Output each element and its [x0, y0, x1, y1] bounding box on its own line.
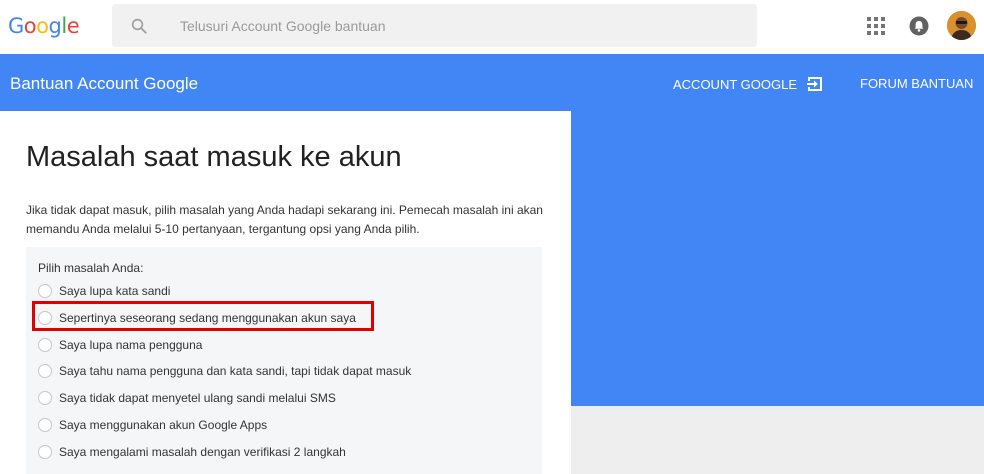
- option-label: Saya lupa kata sandi: [59, 284, 171, 298]
- account-google-link[interactable]: ACCOUNT GOOGLE: [673, 75, 824, 93]
- option-label: Saya lupa nama pengguna: [59, 338, 203, 352]
- help-header-bar: Bantuan Account Google ACCOUNT GOOGLE FO…: [0, 54, 984, 111]
- top-bar: Google: [0, 0, 984, 54]
- option-sms-reset[interactable]: Saya tidak dapat menyetel ulang sandi me…: [38, 389, 336, 407]
- search-input[interactable]: [180, 4, 740, 47]
- option-label: Saya tidak dapat menyetel ulang sandi me…: [59, 391, 336, 405]
- logo-letter: o: [36, 14, 49, 38]
- highlight-box: [32, 301, 374, 331]
- apps-grid-icon[interactable]: [867, 17, 885, 35]
- google-logo[interactable]: Google: [8, 14, 80, 38]
- radio-button[interactable]: [38, 364, 52, 378]
- logo-letter: G: [8, 14, 24, 38]
- options-label: Pilih masalah Anda:: [38, 261, 144, 275]
- option-cannot-sign-in[interactable]: Saya tahu nama pengguna dan kata sandi, …: [38, 362, 411, 380]
- blue-background-panel: [571, 111, 984, 406]
- problem-options-panel: Pilih masalah Anda: Saya lupa kata sandi…: [26, 247, 542, 474]
- option-forgot-username[interactable]: Saya lupa nama pengguna: [38, 336, 202, 354]
- option-2-step-verification[interactable]: Saya mengalami masalah dengan verifikasi…: [38, 443, 346, 461]
- intro-text: Jika tidak dapat masuk, pilih masalah ya…: [26, 203, 543, 236]
- option-label: Saya menggunakan akun Google Apps: [59, 418, 268, 432]
- avatar[interactable]: [947, 11, 976, 40]
- logo-letter: e: [66, 14, 80, 38]
- radio-button[interactable]: [38, 445, 52, 459]
- search-icon[interactable]: [130, 17, 148, 35]
- notifications-bell-icon[interactable]: [909, 16, 929, 36]
- page-title: Masalah saat masuk ke akun: [26, 141, 402, 173]
- option-google-apps[interactable]: Saya menggunakan akun Google Apps: [38, 416, 267, 434]
- account-google-label: ACCOUNT GOOGLE: [673, 76, 798, 92]
- help-center-title[interactable]: Bantuan Account Google: [10, 74, 198, 94]
- troubleshooter-card: Masalah saat masuk ke akun Jika tidak da…: [0, 111, 571, 474]
- radio-button[interactable]: [38, 418, 52, 432]
- logo-letter: o: [23, 14, 37, 38]
- forum-bantuan-link[interactable]: FORUM BANTUAN: [860, 76, 973, 91]
- radio-button[interactable]: [38, 338, 52, 352]
- option-forgot-password[interactable]: Saya lupa kata sandi: [38, 282, 170, 300]
- option-label: Saya tahu nama pengguna dan kata sandi, …: [59, 364, 412, 378]
- radio-button[interactable]: [38, 391, 52, 405]
- option-label: Saya mengalami masalah dengan verifikasi…: [59, 445, 346, 459]
- radio-button[interactable]: [38, 284, 52, 298]
- logo-letter: g: [48, 14, 62, 38]
- exit-to-app-icon: [807, 77, 823, 91]
- search-box[interactable]: [112, 4, 757, 47]
